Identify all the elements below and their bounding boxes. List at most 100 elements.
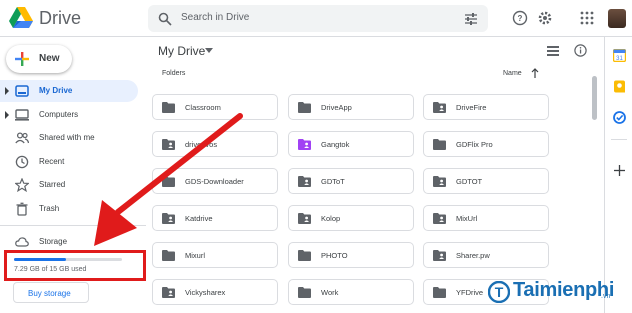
sidebar-item-recent[interactable]: Recent [0,151,138,173]
folder-icon [162,176,175,187]
folder-tile[interactable]: Work [288,279,414,305]
sidebar-item-label: Shared with me [39,133,95,142]
shared-folder-icon [298,139,311,150]
chevron-down-icon[interactable] [205,48,213,54]
sidebar-item-label: Computers [39,110,79,119]
shared-folder-icon [298,213,311,224]
folder-name: Sharer.pw [456,251,490,260]
shared-folder-icon [433,102,446,113]
svg-text:?: ? [518,14,523,23]
sidebar-divider [0,225,146,226]
folder-icon [298,102,311,113]
folder-tile[interactable]: GDToT [288,168,414,194]
svg-text:T: T [495,284,504,300]
folder-icon [162,250,175,261]
search-options-icon[interactable] [464,12,478,26]
folder-tile[interactable]: Vickysharex [152,279,278,305]
my-drive-icon [15,85,29,97]
new-button[interactable]: New [6,45,72,73]
sort-arrow-up-icon[interactable] [531,68,539,78]
sidebar-item-label: Recent [39,157,65,166]
watermark-text: Taimienphi [513,279,615,301]
calendar-icon[interactable]: 31 [613,49,626,62]
clock-icon [15,155,29,169]
cloud-icon [15,237,29,247]
folder-icon [298,287,311,298]
folder-name: Katdrive [185,214,213,223]
folder-name: Work [321,288,339,297]
folder-tile[interactable]: Mixurl [152,242,278,268]
settings-gear-icon[interactable] [537,10,553,26]
folder-icon [433,287,446,298]
folder-tile[interactable]: Gangtok [288,131,414,157]
folder-name: Mixurl [185,251,205,260]
search-bar[interactable]: Search in Drive [148,5,488,32]
account-avatar[interactable] [608,9,626,28]
folder-icon [162,102,175,113]
folder-tile[interactable]: GDTOT [423,168,549,194]
sidebar-item-label: Storage [39,237,68,246]
folder-name: Vickysharex [185,288,226,297]
shared-folder-icon [298,176,311,187]
top-bar: Drive Search in Drive ? [0,0,632,37]
folder-name: GDTOT [456,177,483,186]
sidebar-item-computers[interactable]: Computers [0,104,138,126]
drive-logo-icon[interactable] [9,7,33,28]
add-addon-plus-icon[interactable] [613,164,626,177]
side-panel: 31 [604,37,632,313]
folder-tile[interactable]: PHOTO [288,242,414,268]
folder-icon [433,139,446,150]
folder-tile[interactable]: DriveFire [423,94,549,120]
computer-icon [15,109,29,121]
folder-tile[interactable]: MixUrl [423,205,549,231]
help-icon[interactable]: ? [512,10,528,26]
folder-tile[interactable]: GDFlix Pro [423,131,549,157]
folder-tile[interactable]: Kolop [288,205,414,231]
sidebar-item-starred[interactable]: Starred [0,174,138,196]
apps-grid-icon[interactable] [579,10,595,26]
people-icon [15,132,29,144]
folder-name: Kolop [321,214,341,223]
expand-caret-icon[interactable] [4,111,10,119]
folders-section-label: Folders [162,70,186,77]
folder-name: MixUrl [456,214,478,223]
shared-folder-icon [433,250,446,261]
scrollbar-thumb[interactable] [592,76,597,120]
trash-icon [16,202,28,216]
svg-text:31: 31 [616,56,623,62]
sidebar-item-label: My Drive [39,86,73,95]
sidebar-item-trash[interactable]: Trash [0,198,138,220]
expand-caret-icon[interactable] [4,87,10,95]
sidebar-item-shared-with-me[interactable]: Shared with me [0,127,138,149]
sidebar-item-label: Trash [39,204,60,213]
shared-folder-icon [162,139,175,150]
new-button-label: New [39,53,60,64]
buy-storage-button[interactable]: Buy storage [13,282,89,303]
folder-name: Classroom [185,103,221,112]
folder-tile[interactable]: GDS-Downloader [152,168,278,194]
search-icon[interactable] [158,12,172,26]
search-input[interactable]: Search in Drive [181,12,249,23]
sidebar-item-my-drive[interactable]: My Drive [0,80,138,102]
folder-name: DriveFire [456,103,487,112]
page-title[interactable]: My Drive [158,44,205,58]
keep-icon[interactable] [613,80,626,93]
sidebar-item-label: Starred [39,180,66,189]
tasks-icon[interactable] [613,111,626,124]
folder-tile[interactable]: Classroom [152,94,278,120]
list-view-icon[interactable] [547,45,559,57]
folder-tile[interactable]: Katdrive [152,205,278,231]
folder-icon [298,250,311,261]
annotation-highlight-box [4,250,146,281]
info-icon[interactable] [574,44,587,57]
folder-tile[interactable]: Sharer.pw [423,242,549,268]
folder-name: GDS-Downloader [185,177,244,186]
sort-by-name-label[interactable]: Name [503,70,522,77]
shared-folder-icon [162,287,175,298]
folder-name: DriveApp [321,103,352,112]
folder-tile[interactable]: DriveApp [288,94,414,120]
folder-tile[interactable]: drive.tvos [152,131,278,157]
star-icon [15,178,29,192]
app-title[interactable]: Drive [39,8,81,29]
watermark-logo-icon: T [488,281,510,303]
